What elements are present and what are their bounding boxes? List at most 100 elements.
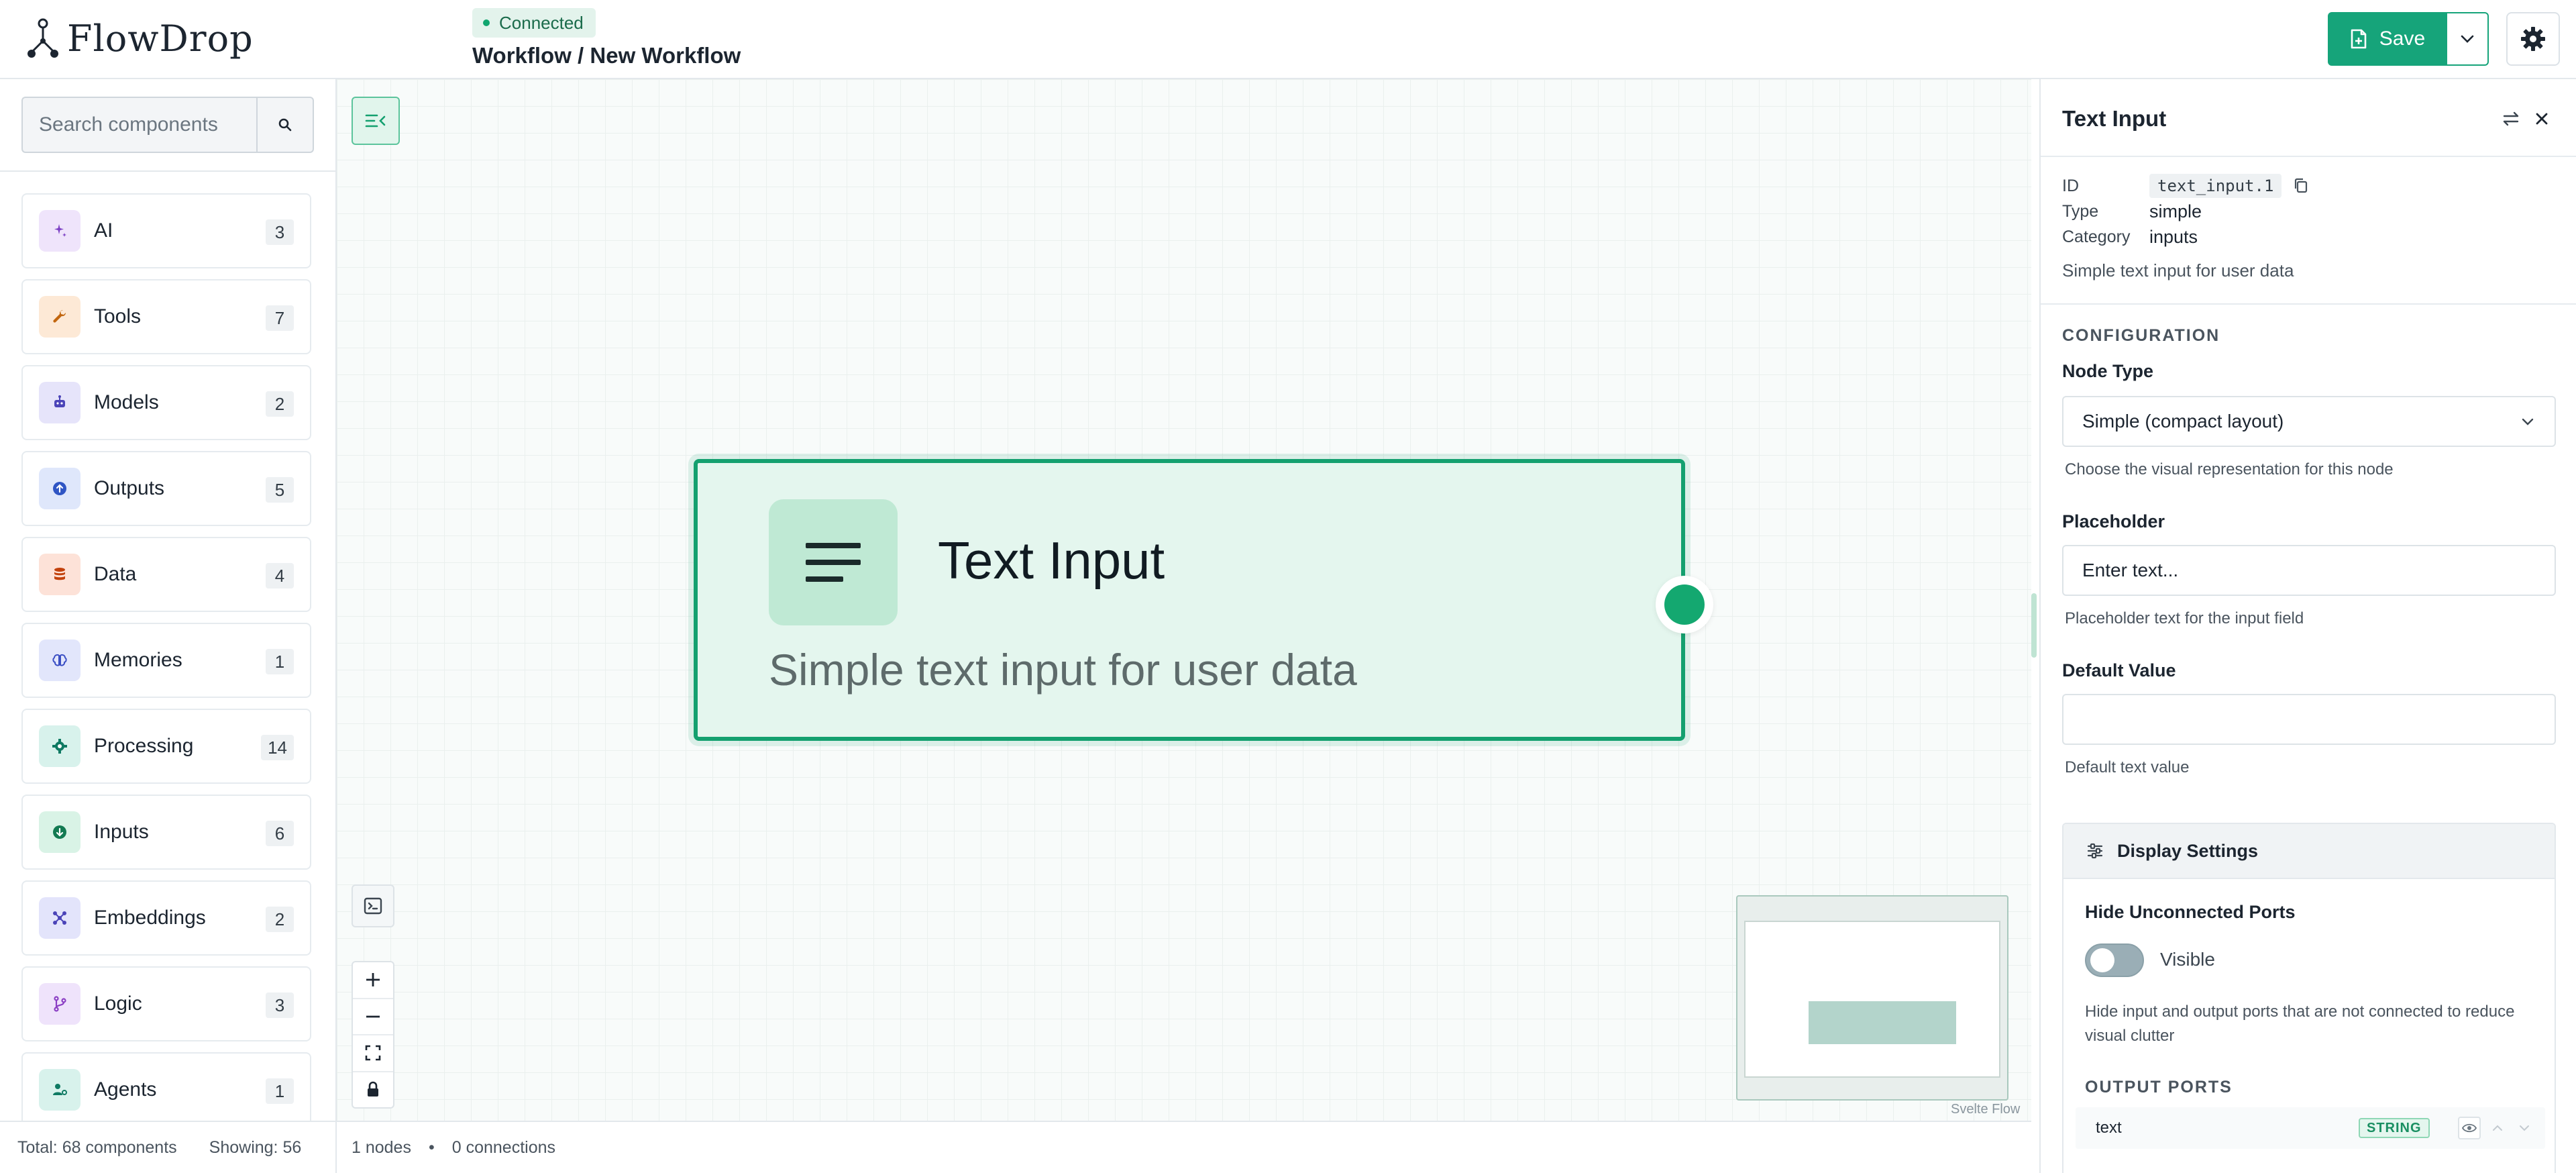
status-separator: • (428, 1137, 435, 1157)
sidebar-item-ai[interactable]: AI 3 (21, 193, 311, 268)
network-icon (39, 897, 80, 939)
category-count-badge: 3 (266, 219, 294, 245)
zoom-controls (352, 961, 394, 1109)
text-lines-icon (769, 499, 898, 625)
display-settings-title: Display Settings (2117, 840, 2259, 861)
copy-id-button[interactable] (2294, 178, 2308, 194)
svelte-flow-attribution[interactable]: Svelte Flow (1951, 1102, 2020, 1117)
node-description-text: Simple text input for user data (2062, 260, 2294, 280)
save-button-group: Save (2328, 12, 2489, 66)
status-dot-icon (483, 19, 490, 26)
gear-icon (39, 725, 80, 767)
fit-view-button[interactable] (353, 1035, 393, 1072)
display-settings-section: Display Settings Hide Unconnected Ports … (2062, 823, 2556, 1173)
sidebar-item-outputs[interactable]: Outputs 5 (21, 451, 311, 526)
hide-unconnected-toggle[interactable] (2085, 944, 2144, 977)
placeholder-input[interactable]: Enter text... (2062, 545, 2556, 596)
toggle-sidebar-button[interactable] (352, 97, 400, 145)
toggle-state-text: Visible (2160, 949, 2215, 970)
display-settings-header[interactable]: Display Settings (2063, 824, 2555, 879)
lock-canvas-button[interactable] (353, 1072, 393, 1108)
category-count-badge: 2 (266, 907, 294, 932)
panel-resize-handle[interactable] (2031, 593, 2037, 658)
workflow-node-text-input[interactable]: Text Input Simple text input for user da… (694, 459, 1685, 741)
node-type-help: Choose the visual representation for thi… (2065, 460, 2394, 478)
output-port-row: text STRING (2076, 1107, 2545, 1149)
minimap-viewport[interactable] (1744, 921, 2000, 1078)
sidebar-item-inputs[interactable]: Inputs 6 (21, 795, 311, 870)
search-icon (278, 118, 292, 132)
sidebar-item-label: Models (94, 391, 159, 413)
toggle-knob (2090, 948, 2114, 972)
sidebar-item-agents[interactable]: Agents 1 (21, 1052, 311, 1127)
download-circle-icon (39, 811, 80, 853)
settings-button[interactable] (2506, 12, 2560, 66)
sidebar-item-models[interactable]: Models 2 (21, 365, 311, 440)
brand-name: FlowDrop (67, 17, 254, 60)
meta-row-category: Category inputs (2062, 224, 2559, 250)
meta-type-label: Type (2062, 201, 2099, 221)
panel-header: Text Input (2041, 79, 2576, 157)
sidebar-item-logic[interactable]: Logic 3 (21, 966, 311, 1041)
meta-id-label: ID (2062, 176, 2079, 195)
sidebar-footer: Total: 68 components Showing: 56 (0, 1121, 335, 1173)
output-port-handle[interactable] (1664, 584, 1705, 625)
node-output-port[interactable] (1656, 576, 1713, 633)
port-type-badge: STRING (2359, 1118, 2430, 1138)
meta-row-type: Type simple (2062, 199, 2559, 224)
save-options-dropdown[interactable] (2447, 12, 2489, 66)
brain-icon (39, 640, 80, 681)
sidebar-item-tools[interactable]: Tools 7 (21, 279, 311, 354)
port-move-up-button[interactable] (2486, 1117, 2509, 1139)
default-value-label: Default Value (2062, 660, 2176, 680)
node-count: 1 nodes (352, 1137, 411, 1157)
node-type-label: Node Type (2062, 361, 2154, 381)
total-components-count: Total: 68 components (17, 1137, 177, 1157)
copy-icon (2295, 178, 2308, 193)
sidebar-item-processing[interactable]: Processing 14 (21, 709, 311, 784)
port-move-down-button[interactable] (2513, 1117, 2536, 1139)
sidebar-divider (0, 170, 335, 172)
category-count-badge: 3 (266, 992, 294, 1018)
minimap[interactable] (1736, 895, 2008, 1101)
default-value-input[interactable] (2062, 694, 2556, 745)
canvas-status-bar: 1 nodes • 0 connections (337, 1121, 2031, 1173)
zoom-in-button[interactable] (353, 962, 393, 999)
placeholder-label: Placeholder (2062, 511, 2165, 531)
sidebar-item-label: Logic (94, 992, 142, 1015)
zoom-out-button[interactable] (353, 999, 393, 1035)
workflow-canvas[interactable]: Text Input Simple text input for user da… (337, 79, 2031, 1121)
sidebar-item-data[interactable]: Data 4 (21, 537, 311, 612)
search-button[interactable] (256, 97, 314, 153)
swap-panel-button[interactable] (2500, 107, 2522, 130)
category-count-badge: 4 (266, 563, 294, 589)
console-toggle-button[interactable] (352, 884, 394, 927)
sidebar-item-memories[interactable]: Memories 1 (21, 623, 311, 698)
sidebar-item-label: Processing (94, 735, 194, 757)
close-icon (2536, 113, 2548, 125)
panel-title: Text Input (2062, 106, 2167, 131)
category-count-badge: 14 (261, 735, 294, 760)
meta-row-id: ID text_input.1 (2062, 173, 2559, 199)
port-visibility-button[interactable] (2458, 1117, 2481, 1139)
minus-icon (366, 1015, 380, 1018)
category-list: AI 3 Tools 7 Models 2 Outputs 5 Data 4 Memories 1 Pr… (21, 193, 311, 1138)
plus-icon (366, 973, 380, 987)
node-type-select[interactable]: Simple (compact layout) (2062, 396, 2556, 447)
port-name: text (2096, 1119, 2122, 1137)
search-input[interactable] (21, 97, 256, 153)
file-save-icon (2351, 29, 2367, 49)
app-header: FlowDrop Connected Workflow / New Workfl… (0, 0, 2576, 79)
lock-icon (368, 1081, 378, 1096)
brand[interactable]: FlowDrop (25, 17, 254, 60)
configuration-heading: CONFIGURATION (2062, 326, 2220, 345)
sidebar-item-label: Tools (94, 305, 142, 327)
close-panel-button[interactable] (2530, 107, 2553, 130)
category-count-badge: 6 (266, 821, 294, 846)
node-type-value: simple (2149, 201, 2202, 221)
git-branch-icon (39, 983, 80, 1025)
sidebar-item-embeddings[interactable]: Embeddings 2 (21, 880, 311, 956)
category-count-badge: 7 (266, 305, 294, 331)
node-category-value: inputs (2149, 226, 2198, 247)
save-button[interactable]: Save (2328, 12, 2447, 66)
